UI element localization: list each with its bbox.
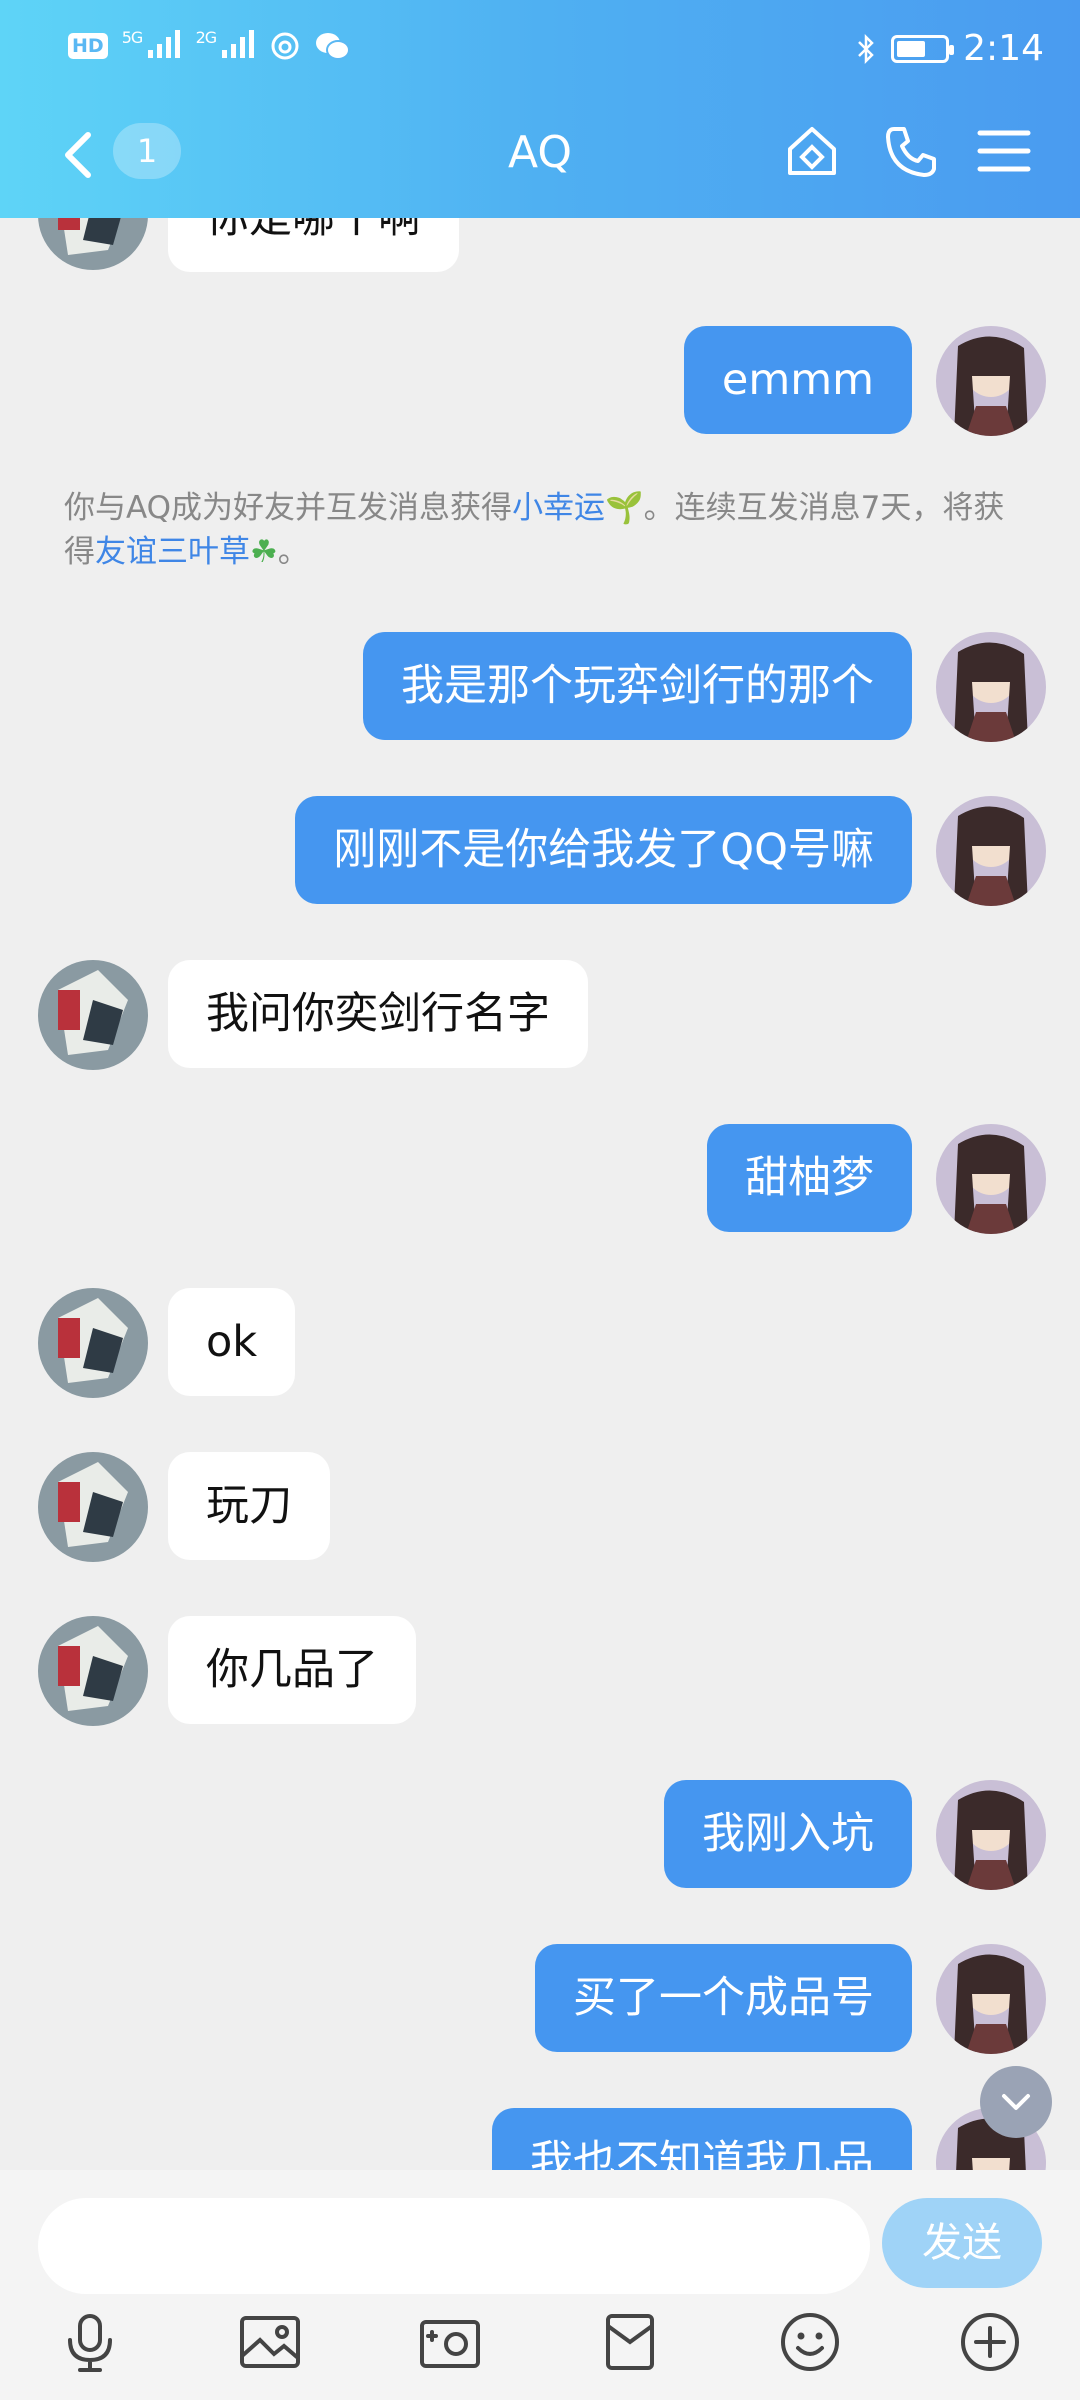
message-bubble[interactable]: 买了一个成品号 <box>535 1944 912 2052</box>
image-icon[interactable] <box>238 2310 302 2374</box>
clover-icon: ☘ <box>250 534 278 570</box>
contact-avatar[interactable] <box>38 1452 148 1562</box>
header: HD 5G 2G 2:14 1 AQ <box>0 0 1080 218</box>
message-bubble[interactable]: ok <box>168 1288 296 1396</box>
message-bubble[interactable]: 我刚入坑 <box>664 1780 912 1888</box>
phone-icon[interactable] <box>880 121 940 181</box>
message-bubble[interactable]: 刚刚不是你给我发了QQ号嘛 <box>295 796 912 904</box>
signal-5g: 5G <box>122 28 182 63</box>
emoji-icon[interactable] <box>778 2310 842 2374</box>
sim1-label: 5G <box>121 28 144 47</box>
chat-area[interactable]: 你是哪个啊 emmm 你与AQ成为好友并互发消息获得小幸运🌱。连续互发消息7天，… <box>0 0 1080 2170</box>
message-bubble[interactable]: 玩刀 <box>168 1452 330 1560</box>
input-area: 发送 <box>0 2170 1080 2400</box>
bluetooth-icon <box>858 33 874 64</box>
my-avatar[interactable] <box>936 796 1046 906</box>
sprout-icon: 🌱 <box>605 490 644 526</box>
message-bubble[interactable]: 你几品了 <box>168 1616 416 1724</box>
contact-avatar[interactable] <box>38 960 148 1070</box>
signal-2g: 2G <box>196 28 256 63</box>
message-bubble[interactable]: 我是那个玩弈剑行的那个 <box>363 632 912 740</box>
notice-text: 你与AQ成为好友并互发消息获得 <box>64 490 513 526</box>
signal-bars-icon <box>221 30 254 58</box>
home-icon[interactable] <box>782 121 842 181</box>
message-bubble[interactable]: 甜柚梦 <box>707 1124 912 1232</box>
scroll-to-bottom-button[interactable] <box>980 2066 1052 2138</box>
notice-link-lucky[interactable]: 小幸运 <box>512 490 605 526</box>
signal-bars-icon <box>147 30 180 58</box>
message-input[interactable] <box>38 2198 870 2294</box>
notice-link-clover[interactable]: 友谊三叶草 <box>95 534 250 570</box>
netease-music-icon <box>271 32 299 59</box>
wechat-icon <box>315 32 350 60</box>
battery-icon <box>891 34 955 63</box>
system-notice: 你与AQ成为好友并互发消息获得小幸运🌱。连续互发消息7天，将获得友谊三叶草☘。 <box>64 486 1024 574</box>
chevron-down-icon <box>1002 2094 1030 2110</box>
send-button[interactable]: 发送 <box>882 2198 1042 2288</box>
message-bubble[interactable]: 我问你奕剑行名字 <box>168 960 588 1068</box>
notice-text: 。 <box>277 534 309 570</box>
my-avatar[interactable] <box>936 1124 1046 1234</box>
contact-avatar[interactable] <box>38 1288 148 1398</box>
menu-icon[interactable] <box>974 121 1034 181</box>
my-avatar[interactable] <box>936 326 1046 436</box>
camera-icon[interactable] <box>418 2310 482 2374</box>
hd-indicator: HD <box>68 32 108 59</box>
clock: 2:14 <box>963 28 1044 69</box>
contact-avatar[interactable] <box>38 1616 148 1726</box>
red-packet-icon[interactable] <box>598 2310 662 2374</box>
nav-bar: 1 AQ <box>0 105 1080 218</box>
message-bubble[interactable]: emmm <box>683 326 912 434</box>
message-bubble[interactable]: 我也不知道我几品 <box>492 2108 912 2170</box>
plus-icon[interactable] <box>958 2310 1022 2374</box>
my-avatar[interactable] <box>936 632 1046 742</box>
my-avatar[interactable] <box>936 1780 1046 1890</box>
status-bar: HD 5G 2G 2:14 <box>0 0 1080 105</box>
sim2-label: 2G <box>195 28 218 47</box>
microphone-icon[interactable] <box>58 2310 122 2374</box>
my-avatar[interactable] <box>936 1944 1046 2054</box>
